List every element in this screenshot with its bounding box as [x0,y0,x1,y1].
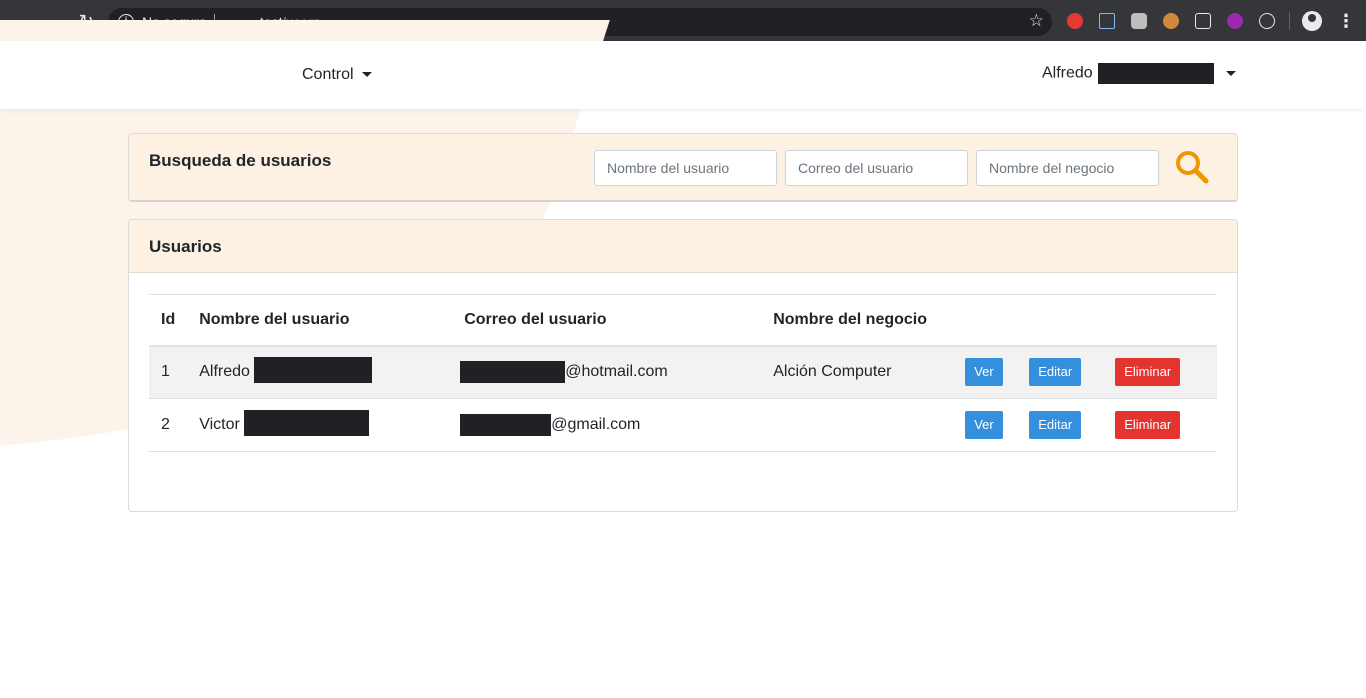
react-devtools-icon[interactable] [1259,13,1275,29]
browser-menu-icon[interactable]: ⋮ [1337,10,1355,32]
profile-icon[interactable] [1302,11,1322,31]
view-button[interactable]: Ver [965,358,1003,387]
column-header-id: Id [161,310,176,328]
table-row: 1 Alfredo @hotmail.com Alción Computer V… [149,345,1217,399]
user-id: 2 [161,416,170,433]
delete-button[interactable]: Eliminar [1115,411,1181,439]
redacted-email-local-part [460,414,552,436]
view-cell: Ver [965,399,1027,452]
user-name-cell: Alfredo [187,346,452,399]
table-header-row: Id Nombre del usuario Correo del usuario… [149,294,1217,346]
column-header-user-name: Nombre del usuario [199,310,350,328]
delete-cell: Eliminar [1103,399,1217,452]
column-header-business: Nombre del negocio [773,310,928,328]
business-name [761,399,965,452]
column-header-view [965,295,1027,346]
json-extension-icon[interactable] [1195,13,1211,29]
edit-cell: Editar [1027,346,1103,399]
control-dropdown[interactable]: Control [302,66,372,84]
email-domain: @gmail.com [551,416,641,434]
toolbar-separator [1289,12,1290,30]
column-header-edit [1027,295,1103,346]
delete-cell: Eliminar [1103,346,1217,399]
redacted-surname [244,410,370,436]
control-label: Control [302,66,354,83]
redacted-surname [1098,63,1215,84]
user-email-cell: @hotmail.com [452,346,761,399]
ad-block-extension-icon[interactable] [1067,13,1083,29]
shield-extension-icon[interactable] [1131,13,1147,29]
bookmark-star-icon[interactable]: ☆ [1029,11,1044,31]
edit-button[interactable]: Editar [1029,411,1082,439]
email-domain: @hotmail.com [565,363,668,381]
user-name-search-input[interactable] [594,150,777,186]
chevron-down-icon [1226,71,1237,76]
view-button[interactable]: Ver [965,411,1003,439]
edit-cell: Editar [1027,399,1103,452]
users-table: Id Nombre del usuario Correo del usuario… [149,294,1217,452]
business-name: Alción Computer [773,363,892,381]
users-panel-header: Usuarios [129,220,1237,273]
edit-button[interactable]: Editar [1029,358,1082,387]
pen-extension-icon[interactable] [1099,13,1115,29]
cookie-extension-icon[interactable] [1163,13,1179,29]
search-title: Busqueda de usuarios [149,151,332,170]
redacted-email-local-part [460,361,566,384]
user-email-cell: @gmail.com [452,399,761,452]
users-panel: Usuarios Id Nombre del usuario Correo de… [128,219,1238,512]
view-cell: Ver [965,346,1027,399]
top-navbar: Control Alfredo [0,41,1366,109]
user-id: 1 [161,363,170,381]
user-name: Alfredo [199,363,250,381]
user-name-cell: Victor [187,399,452,452]
user-menu-dropdown[interactable]: Alfredo [1042,63,1237,84]
chevron-down-icon [361,72,372,78]
user-name: Alfredo [1042,64,1093,82]
column-header-email: Correo del usuario [464,310,607,328]
business-name-search-input[interactable] [976,150,1159,186]
redacted-surname [254,357,373,384]
column-header-delete [1103,295,1217,346]
table-row: 2 Victor @gmail.com Ver Editar Eliminar [149,399,1217,452]
search-panel: Busqueda de usuarios [128,133,1238,202]
purple-extension-icon[interactable] [1227,13,1243,29]
user-email-search-input[interactable] [785,150,968,186]
user-name: Victor [199,416,240,434]
delete-button[interactable]: Eliminar [1115,358,1181,387]
users-title: Usuarios [149,237,222,256]
search-icon[interactable] [1175,150,1209,184]
